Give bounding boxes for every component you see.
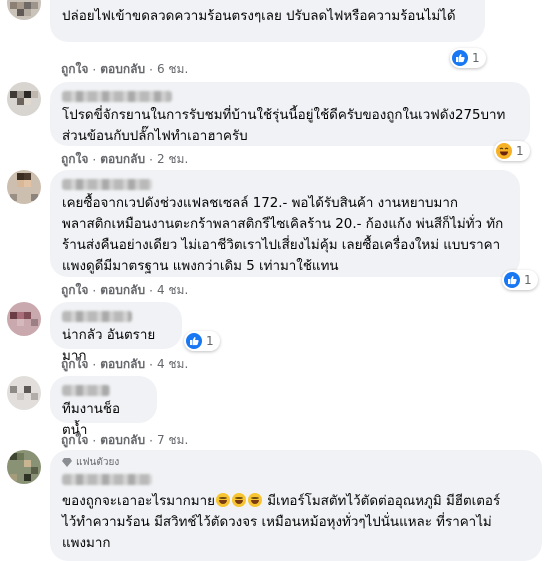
reply-button[interactable]: ตอบกลับ bbox=[100, 150, 145, 169]
separator-dot: · bbox=[92, 283, 97, 298]
comment-text: โปรดขี่จักรยานในการรับชมที่บ้านใช้รุ่นนี… bbox=[62, 108, 506, 144]
grinning-sweat-emoji-icon bbox=[247, 493, 262, 507]
diamond-badge-icon bbox=[62, 458, 72, 467]
commenter-name-blurred bbox=[62, 91, 172, 102]
avatar[interactable] bbox=[7, 376, 41, 410]
comment-text: ปล่อยไฟเข้าขดลวดความร้อนตรงๆเลย ปรับลดไฟ… bbox=[62, 9, 456, 24]
reply-button[interactable]: ตอบกลับ bbox=[100, 281, 145, 300]
haha-emoji-icon bbox=[496, 143, 512, 159]
comment-bubble: ทีมงานช็อตน้ำ bbox=[50, 376, 157, 438]
commenter-name-blurred bbox=[62, 311, 132, 322]
top-fan-badge: แฟนตัวยง bbox=[62, 455, 530, 470]
comment-text-part: แพงมาก bbox=[62, 536, 111, 551]
commenter-name-blurred bbox=[62, 474, 152, 485]
commenter-name-blurred bbox=[62, 385, 110, 396]
reaction-count-value: 1 bbox=[206, 334, 214, 348]
avatar[interactable] bbox=[7, 302, 41, 336]
separator-dot: · bbox=[92, 433, 97, 448]
avatar[interactable] bbox=[7, 0, 41, 20]
separator-dot: · bbox=[149, 433, 153, 448]
like-thumb-icon bbox=[452, 50, 468, 66]
separator-dot: · bbox=[149, 152, 153, 167]
separator-dot: · bbox=[92, 357, 97, 372]
comment-bubble: แฟนตัวยง ของถูกจะเอาอะไรมากมาย มีเทอร์โม… bbox=[50, 450, 542, 561]
like-thumb-icon bbox=[504, 272, 520, 288]
timestamp[interactable]: 6 ชม. bbox=[157, 60, 188, 79]
separator-dot: · bbox=[92, 152, 97, 167]
grinning-sweat-emoji-icon bbox=[231, 493, 246, 507]
timestamp[interactable]: 2 ชม. bbox=[157, 150, 188, 169]
reply-button[interactable]: ตอบกลับ bbox=[100, 355, 145, 374]
like-button[interactable]: ถูกใจ bbox=[61, 60, 88, 79]
comment-actions: ถูกใจ · ตอบกลับ · 2 ชม. bbox=[61, 150, 188, 169]
comment-text-part: ไว้ทำความร้อน มีสวิทช์ไว้ตัดวงจร เหมือนห… bbox=[62, 515, 492, 530]
timestamp[interactable]: 7 ชม. bbox=[157, 431, 188, 450]
comment-actions: ถูกใจ · ตอบกลับ · 6 ชม. bbox=[61, 60, 188, 79]
like-button[interactable]: ถูกใจ bbox=[61, 431, 88, 450]
separator-dot: · bbox=[149, 62, 153, 77]
grinning-sweat-emoji-icon bbox=[215, 493, 230, 507]
reaction-count-value: 1 bbox=[472, 51, 480, 65]
timestamp[interactable]: 4 ชม. bbox=[157, 355, 188, 374]
separator-dot: · bbox=[92, 62, 97, 77]
comment-text: เคยซื้อจากเวปดังช่วงแฟลชเซลล์ 172.- พอได… bbox=[62, 196, 504, 274]
reaction-count[interactable]: 1 bbox=[450, 48, 486, 68]
comment-text: ของถูกจะเอาอะไรมากมาย มีเทอร์โมสตัทไว้ตั… bbox=[62, 491, 530, 554]
timestamp[interactable]: 4 ชม. bbox=[157, 281, 188, 300]
commenter-name-blurred bbox=[62, 179, 152, 190]
comment-text-part: ของถูกจะเอาอะไรมากมาย bbox=[62, 494, 215, 509]
comment-actions: ถูกใจ · ตอบกลับ · 4 ชม. bbox=[61, 355, 188, 374]
reaction-count[interactable]: 1 bbox=[502, 270, 538, 290]
comment-bubble: เคยซื้อจากเวปดังช่วงแฟลชเซลล์ 172.- พอได… bbox=[50, 170, 520, 277]
like-thumb-icon bbox=[186, 333, 202, 349]
avatar[interactable] bbox=[7, 82, 41, 116]
reaction-count-value: 1 bbox=[516, 144, 524, 158]
like-button[interactable]: ถูกใจ bbox=[61, 355, 88, 374]
avatar[interactable] bbox=[7, 170, 41, 204]
separator-dot: · bbox=[149, 283, 153, 298]
avatar[interactable] bbox=[7, 450, 41, 484]
comment-actions: ถูกใจ · ตอบกลับ · 4 ชม. bbox=[61, 281, 188, 300]
like-button[interactable]: ถูกใจ bbox=[61, 281, 88, 300]
reaction-count[interactable]: 1 bbox=[184, 331, 220, 351]
separator-dot: · bbox=[149, 357, 153, 372]
top-fan-badge-label: แฟนตัวยง bbox=[76, 457, 120, 468]
comment-actions: ถูกใจ · ตอบกลับ · 7 ชม. bbox=[61, 431, 188, 450]
reaction-count[interactable]: 1 bbox=[494, 141, 530, 161]
comment-bubble: ปล่อยไฟเข้าขดลวดความร้อนตรงๆเลย ปรับลดไฟ… bbox=[50, 0, 485, 42]
comment-text-part: มีเทอร์โมสตัทไว้ตัดต่ออุณหภูมิ มีฮีตเตอร… bbox=[262, 494, 501, 509]
reply-button[interactable]: ตอบกลับ bbox=[100, 60, 145, 79]
reaction-count-value: 1 bbox=[524, 273, 532, 287]
comment-bubble: น่ากลัว อันตรายมาก bbox=[50, 302, 182, 364]
comment-bubble: โปรดขี่จักรยานในการรับชมที่บ้านใช้รุ่นนี… bbox=[50, 82, 530, 146]
like-button[interactable]: ถูกใจ bbox=[61, 150, 88, 169]
reply-button[interactable]: ตอบกลับ bbox=[100, 431, 145, 450]
